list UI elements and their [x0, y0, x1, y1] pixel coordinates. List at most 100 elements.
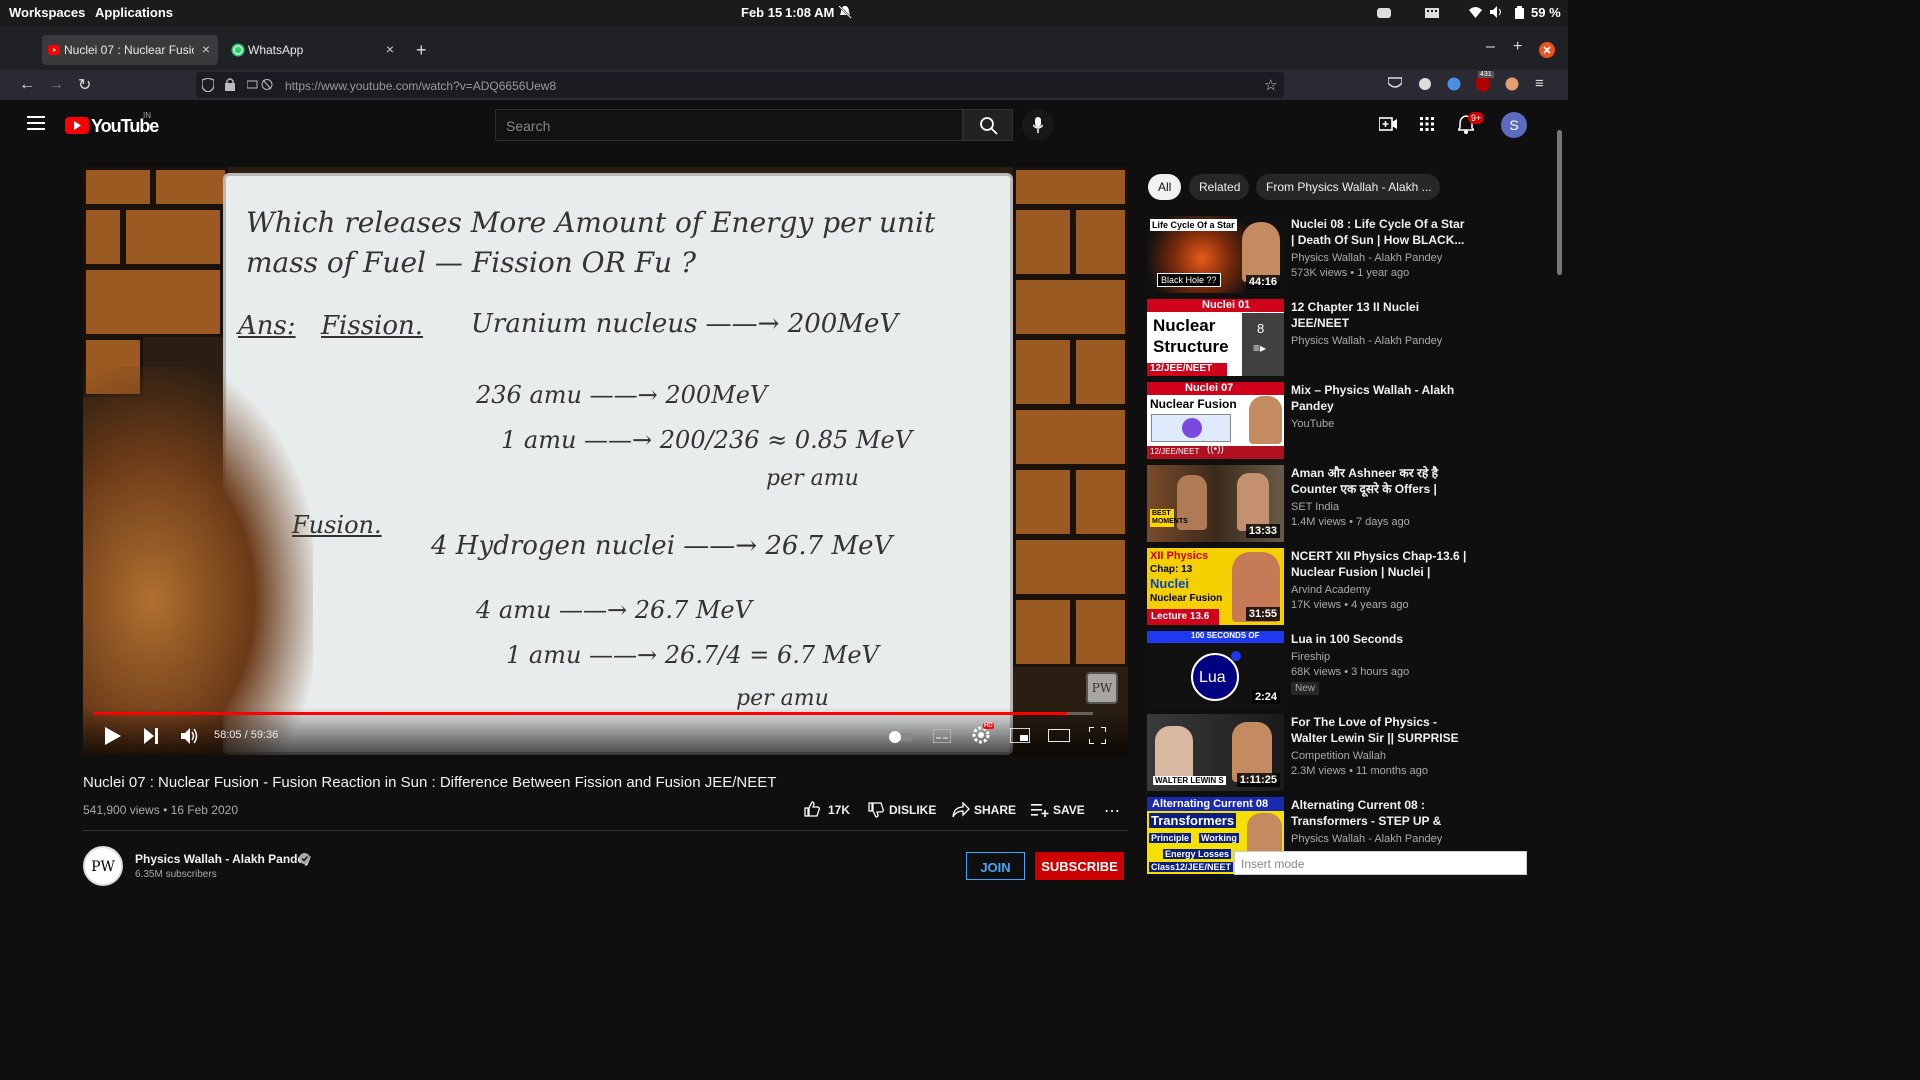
youtube-logo[interactable]: YouTube IN	[65, 111, 165, 136]
notifications-muted-icon[interactable]	[838, 5, 852, 19]
keyboard-icon[interactable]	[1425, 8, 1439, 18]
time-display: 58:05 / 59:36	[214, 729, 279, 741]
search-button[interactable]	[963, 109, 1013, 141]
recommendation-channel[interactable]: YouTube	[1291, 418, 1334, 430]
create-video-icon[interactable]	[1379, 116, 1397, 132]
recommendation-item[interactable]: Nuclei 07 Nuclear Fusion 12/JEE/NEET ((•…	[1147, 382, 1547, 460]
extension-cookie-icon[interactable]	[1505, 77, 1519, 91]
chip-all[interactable]: All	[1148, 174, 1181, 200]
more-options-icon[interactable]: ⋯	[1104, 801, 1120, 821]
recommendation-title[interactable]: Aman और Ashneer कर रहे है Counter एक दूस…	[1291, 465, 1467, 497]
recommendation-channel[interactable]: Fireship	[1291, 651, 1330, 663]
reload-icon[interactable]: ↻	[78, 75, 91, 95]
battery-icon[interactable]	[1515, 6, 1524, 19]
minimize-window-icon[interactable]: –	[1486, 38, 1495, 56]
board-ans-label: Ans:	[238, 311, 296, 341]
extension-blue-icon[interactable]	[1447, 77, 1461, 91]
recommendation-channel[interactable]: Arvind Academy	[1291, 584, 1370, 596]
applications-menu[interactable]: Applications	[95, 5, 173, 20]
recommendation-channel[interactable]: SET India	[1291, 501, 1339, 513]
lock-icon[interactable]	[225, 78, 235, 91]
new-tab-button[interactable]: +	[416, 40, 427, 61]
theater-mode-icon[interactable]	[1048, 729, 1070, 742]
shield-icon[interactable]	[202, 78, 214, 92]
thumbnail[interactable]: WALTER LEWIN S 1:11:25	[1147, 714, 1284, 791]
search-input[interactable]: Search	[495, 109, 963, 141]
channel-name[interactable]: Physics Wallah - Alakh Pandey	[135, 852, 311, 866]
permissions-icon[interactable]	[247, 78, 275, 91]
recommendation-item[interactable]: BEST MOMENTS 13:33 Aman और Ashneer कर रह…	[1147, 465, 1547, 543]
channel-avatar[interactable]: PW	[83, 846, 123, 886]
video-duration: 31:55	[1245, 607, 1280, 621]
close-window-icon[interactable]	[1538, 41, 1556, 59]
screenshot-icon[interactable]	[1377, 6, 1391, 19]
clock-time[interactable]: 1:08 AM	[785, 5, 834, 20]
progress-played	[93, 712, 1067, 715]
recommendation-title[interactable]: Mix – Physics Wallah - Alakh Pandey	[1291, 382, 1467, 414]
maximize-window-icon[interactable]: +	[1513, 38, 1522, 56]
recommendation-item[interactable]: XII Physics Chap: 13 Nuclei Nuclear Fusi…	[1147, 548, 1547, 626]
recommendation-title[interactable]: 12 Chapter 13 II Nuclei JEE/NEET	[1291, 299, 1467, 331]
autoplay-toggle-icon[interactable]	[889, 731, 913, 743]
pocket-icon[interactable]	[1388, 77, 1402, 90]
thumbnail[interactable]: Nuclei 01 Nuclear Structure 12/JEE/NEET …	[1147, 299, 1284, 376]
recommendation-title[interactable]: NCERT XII Physics Chap-13.6 | Nuclear Fu…	[1291, 548, 1467, 580]
thumbnail[interactable]: BEST MOMENTS 13:33	[1147, 465, 1284, 542]
recommendation-item[interactable]: 100 SECONDS OF Lua 2:24 Lua in 100 Secon…	[1147, 631, 1547, 709]
save-label: SAVE	[1053, 803, 1085, 817]
extension-leaf-icon[interactable]	[1418, 77, 1432, 91]
next-video-icon[interactable]	[144, 728, 158, 744]
subscribe-button[interactable]: SUBSCRIBE	[1035, 852, 1124, 880]
view-count: 541,900 views	[83, 803, 160, 817]
clock-date[interactable]: Feb 15	[741, 5, 782, 20]
tab-close-icon[interactable]: ×	[386, 41, 394, 57]
browser-menu-icon[interactable]: ≡	[1535, 75, 1544, 92]
recommendation-channel[interactable]: Physics Wallah - Alakh Pandey	[1291, 833, 1442, 845]
scrollbar-thumb[interactable]	[1557, 130, 1562, 275]
join-button[interactable]: JOIN	[966, 852, 1025, 880]
recommendation-item[interactable]: WALTER LEWIN S 1:11:25 For The Love of P…	[1147, 714, 1547, 792]
pw-watermark: PW	[1086, 672, 1118, 704]
thumbnail[interactable]: XII Physics Chap: 13 Nuclei Nuclear Fusi…	[1147, 548, 1284, 625]
recommendation-channel[interactable]: Physics Wallah - Alakh Pandey	[1291, 335, 1442, 347]
back-arrow-icon[interactable]: ←	[19, 76, 35, 94]
recommendation-title[interactable]: Lua in 100 Seconds	[1291, 631, 1467, 647]
thumbnail-text: 100 SECONDS OF	[1191, 631, 1260, 640]
fullscreen-icon[interactable]	[1089, 727, 1106, 744]
progress-bar[interactable]	[93, 712, 1093, 715]
region-code: IN	[143, 111, 151, 120]
video-player[interactable]: Which releases More Amount of Energy per…	[83, 167, 1128, 755]
chip-from-channel[interactable]: From Physics Wallah - Alakh ...	[1256, 174, 1440, 200]
recommendation-title[interactable]: Nuclei 08 : Life Cycle Of a Star | Death…	[1291, 216, 1467, 248]
tab-youtube[interactable]: Nuclei 07 : Nuclear Fusion - ×	[42, 35, 218, 65]
wifi-icon[interactable]	[1469, 6, 1482, 18]
forward-arrow-icon[interactable]: →	[48, 76, 64, 94]
tab-whatsapp[interactable]: WhatsApp ×	[226, 35, 402, 65]
recommendation-item[interactable]: Nuclei 01 Nuclear Structure 12/JEE/NEET …	[1147, 299, 1547, 377]
address-bar[interactable]: https://www.youtube.com/watch?v=ADQ6656U…	[196, 72, 1284, 98]
volume-icon[interactable]	[1490, 6, 1504, 18]
recommendation-title[interactable]: For The Love of Physics - Walter Lewin S…	[1291, 714, 1467, 746]
play-icon[interactable]	[105, 727, 121, 745]
hamburger-menu-icon[interactable]	[27, 116, 45, 130]
thumbnail[interactable]: Life Cycle Of a Star Black Hole ?? 44:16	[1147, 216, 1284, 293]
recommendation-channel[interactable]: Competition Wallah	[1291, 750, 1386, 762]
subtitles-icon[interactable]	[933, 729, 951, 743]
miniplayer-icon[interactable]	[1010, 728, 1030, 743]
workspaces-menu[interactable]: Workspaces	[9, 5, 85, 20]
recommendation-channel[interactable]: Physics Wallah - Alakh Pandey	[1291, 252, 1442, 264]
ublock-icon[interactable]	[1476, 76, 1490, 92]
page-scrollbar[interactable]	[1554, 100, 1568, 882]
apps-grid-icon[interactable]	[1420, 117, 1434, 131]
recommendation-item[interactable]: Life Cycle Of a Star Black Hole ?? 44:16…	[1147, 216, 1547, 294]
playlist-icon: ≡▸	[1253, 341, 1267, 355]
avatar[interactable]: S	[1501, 112, 1527, 138]
bookmark-star-icon[interactable]: ☆	[1264, 76, 1277, 94]
thumbnail[interactable]: 100 SECONDS OF Lua 2:24	[1147, 631, 1284, 708]
volume-icon[interactable]	[181, 728, 199, 744]
chip-related[interactable]: Related	[1189, 174, 1249, 200]
thumbnail[interactable]: Nuclei 07 Nuclear Fusion 12/JEE/NEET ((•…	[1147, 382, 1284, 459]
voice-search-button[interactable]	[1022, 109, 1054, 141]
tab-close-icon[interactable]: ×	[202, 41, 210, 57]
recommendation-title[interactable]: Alternating Current 08 : Transformers - …	[1291, 797, 1467, 829]
